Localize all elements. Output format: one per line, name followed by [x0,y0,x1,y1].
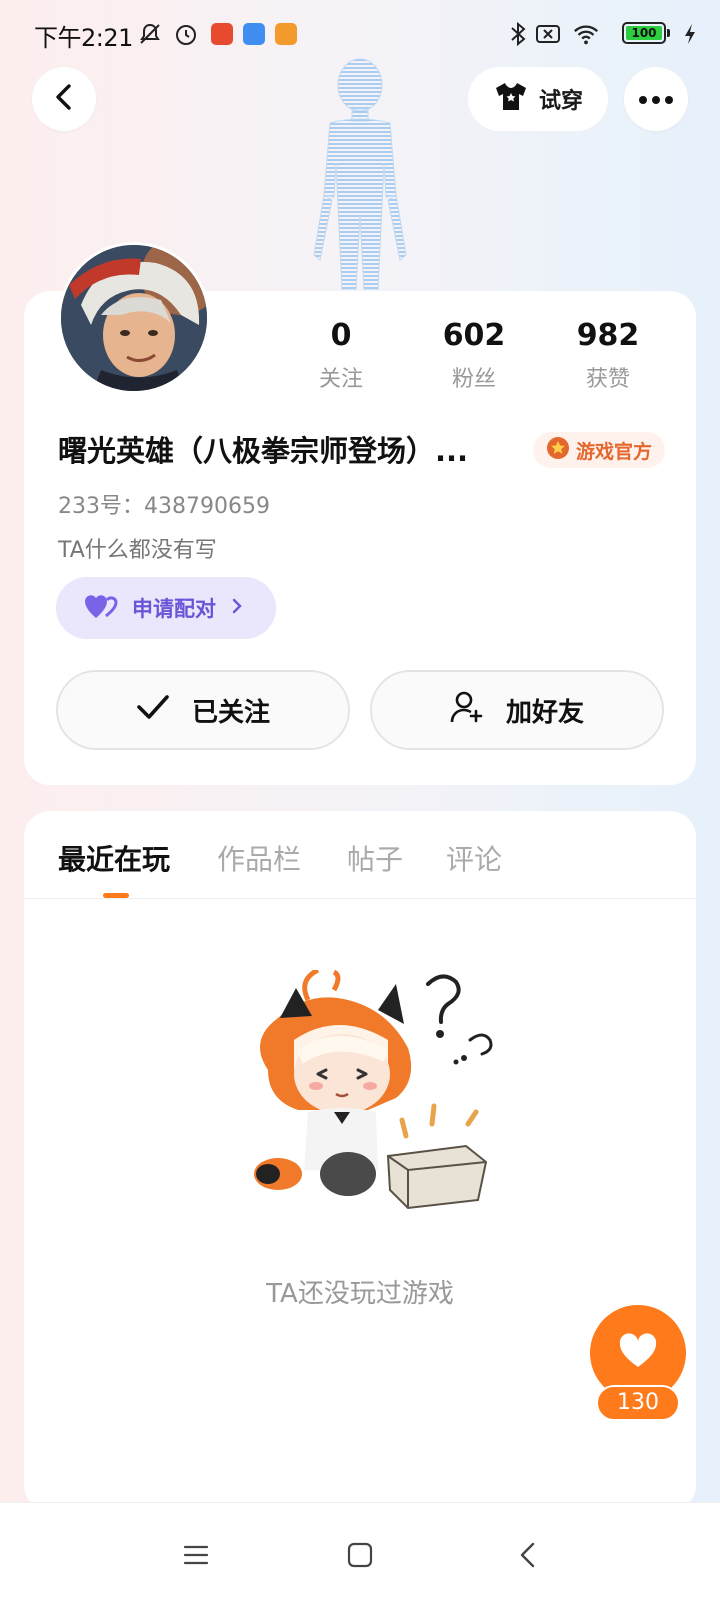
sim-off-icon [534,20,562,48]
chevron-right-icon [230,596,244,621]
stat-following-value: 0 [330,318,352,353]
more-button[interactable] [624,67,688,131]
tab-works[interactable]: 作品栏 [217,838,301,878]
stat-fans[interactable]: 602 粉丝 [414,318,534,393]
stat-likes[interactable]: 982 获赞 [548,318,668,393]
pair-request-button[interactable]: 申请配对 [56,577,276,639]
mute-icon [136,20,164,48]
stat-likes-value: 982 [576,318,640,353]
avatar-hologram [300,55,420,291]
app-icon-orange [272,20,300,48]
back-nav-icon[interactable] [508,1535,548,1575]
add-friend-button[interactable]: 加好友 [370,670,664,750]
pair-request-label: 申请配对 [132,597,216,621]
charging-icon [676,20,704,48]
menu-icon[interactable] [176,1535,216,1575]
stat-following[interactable]: 0 关注 [281,318,401,393]
stat-following-label: 关注 [318,367,363,392]
shirt-icon [493,80,529,118]
status-time: 下午2:21 [34,24,133,52]
system-nav-bar [0,1502,720,1600]
app-icon-red [208,20,236,48]
tab-divider [24,898,696,899]
add-user-icon [450,690,484,731]
stat-fans-label: 粉丝 [451,367,496,392]
empty-state-illustration [238,967,508,1232]
battery-icon: 100 [622,22,666,44]
try-on-button[interactable]: 试穿 [468,67,608,131]
alarm-icon [172,20,200,48]
app-icon-blue [240,20,268,48]
tab-posts[interactable]: 帖子 [347,838,403,878]
following-label: 已关注 [191,697,270,728]
official-badge-label: 游戏官方 [575,440,652,463]
bluetooth-icon [504,20,532,48]
more-dots-icon [638,90,674,109]
back-button[interactable] [32,67,96,131]
tab-comments[interactable]: 评论 [446,838,502,878]
stat-likes-label: 获赞 [585,367,630,392]
official-badge: 游戏官方 [533,432,665,468]
empty-state-message: TA还没玩过游戏 [266,1279,454,1309]
chevron-left-icon [52,83,76,115]
stat-fans-value: 602 [442,318,506,353]
following-button[interactable]: 已关注 [56,670,350,750]
username: 曙光英雄（八极拳宗师登场）... [58,434,469,468]
like-count: 130 [596,1385,680,1421]
add-friend-label: 加好友 [505,697,584,728]
battery-cap [667,29,670,37]
user-id[interactable]: 233号：438790659 [58,488,270,520]
tab-recently-played[interactable]: 最近在玩 [58,838,170,878]
check-icon [136,693,170,728]
bio: TA什么都没有写 [58,538,217,563]
official-star-icon [546,436,570,465]
avatar[interactable] [58,242,210,394]
home-icon[interactable] [340,1535,380,1575]
try-on-label: 试穿 [538,89,583,114]
double-heart-icon [84,592,118,625]
heart-icon [618,1333,658,1373]
wifi-icon [572,20,600,48]
